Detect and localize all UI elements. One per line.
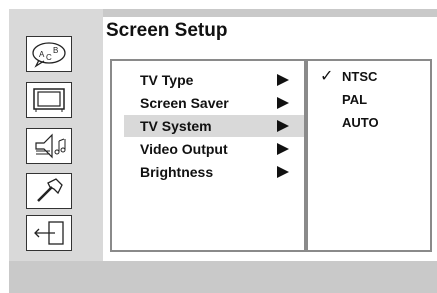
tv-icon[interactable] bbox=[26, 82, 72, 118]
arrow-right-icon bbox=[277, 97, 289, 109]
menu-item-label: TV Type bbox=[140, 72, 194, 88]
setup-menu: TV Type Screen Saver TV System Video Out… bbox=[110, 59, 306, 252]
option-ntsc[interactable]: NTSC bbox=[342, 69, 377, 84]
language-icon[interactable]: A C B bbox=[26, 36, 72, 72]
speaker-music-note-icon bbox=[35, 133, 66, 159]
checkmark-icon: ✓ bbox=[320, 68, 334, 85]
exit-icon[interactable] bbox=[26, 215, 72, 251]
television-icon bbox=[33, 88, 65, 112]
tools-icon[interactable] bbox=[26, 173, 72, 209]
page-title: Screen Setup bbox=[106, 20, 228, 41]
menu-item-label: TV System bbox=[140, 118, 212, 134]
svg-text:B: B bbox=[53, 46, 58, 55]
arrow-right-icon bbox=[277, 120, 289, 132]
svg-text:A: A bbox=[39, 50, 45, 59]
hammer-icon bbox=[37, 178, 63, 202]
menu-item-screen-saver[interactable]: Screen Saver bbox=[124, 92, 304, 114]
option-pal[interactable]: PAL bbox=[342, 92, 367, 107]
arrow-right-icon bbox=[277, 143, 289, 155]
arrow-right-icon bbox=[277, 74, 289, 86]
option-auto[interactable]: AUTO bbox=[342, 115, 379, 130]
arrow-right-icon bbox=[277, 166, 289, 178]
tv-system-submenu: ✓ NTSC PAL AUTO bbox=[306, 59, 432, 252]
menu-item-tv-type[interactable]: TV Type bbox=[124, 69, 304, 91]
menu-item-label: Video Output bbox=[140, 141, 228, 157]
menu-item-label: Brightness bbox=[140, 164, 214, 180]
menu-item-video-output[interactable]: Video Output bbox=[124, 138, 304, 160]
svg-text:C: C bbox=[46, 53, 52, 62]
menu-item-label: Screen Saver bbox=[140, 95, 229, 111]
menu-item-tv-system[interactable]: TV System bbox=[124, 115, 304, 137]
menu-item-brightness[interactable]: Brightness bbox=[124, 161, 304, 183]
audio-icon[interactable] bbox=[26, 128, 72, 164]
top-bar bbox=[103, 9, 437, 17]
speech-bubble-abc-icon: A C B bbox=[32, 42, 66, 68]
footer-bar bbox=[9, 261, 437, 293]
exit-door-icon bbox=[34, 221, 64, 245]
